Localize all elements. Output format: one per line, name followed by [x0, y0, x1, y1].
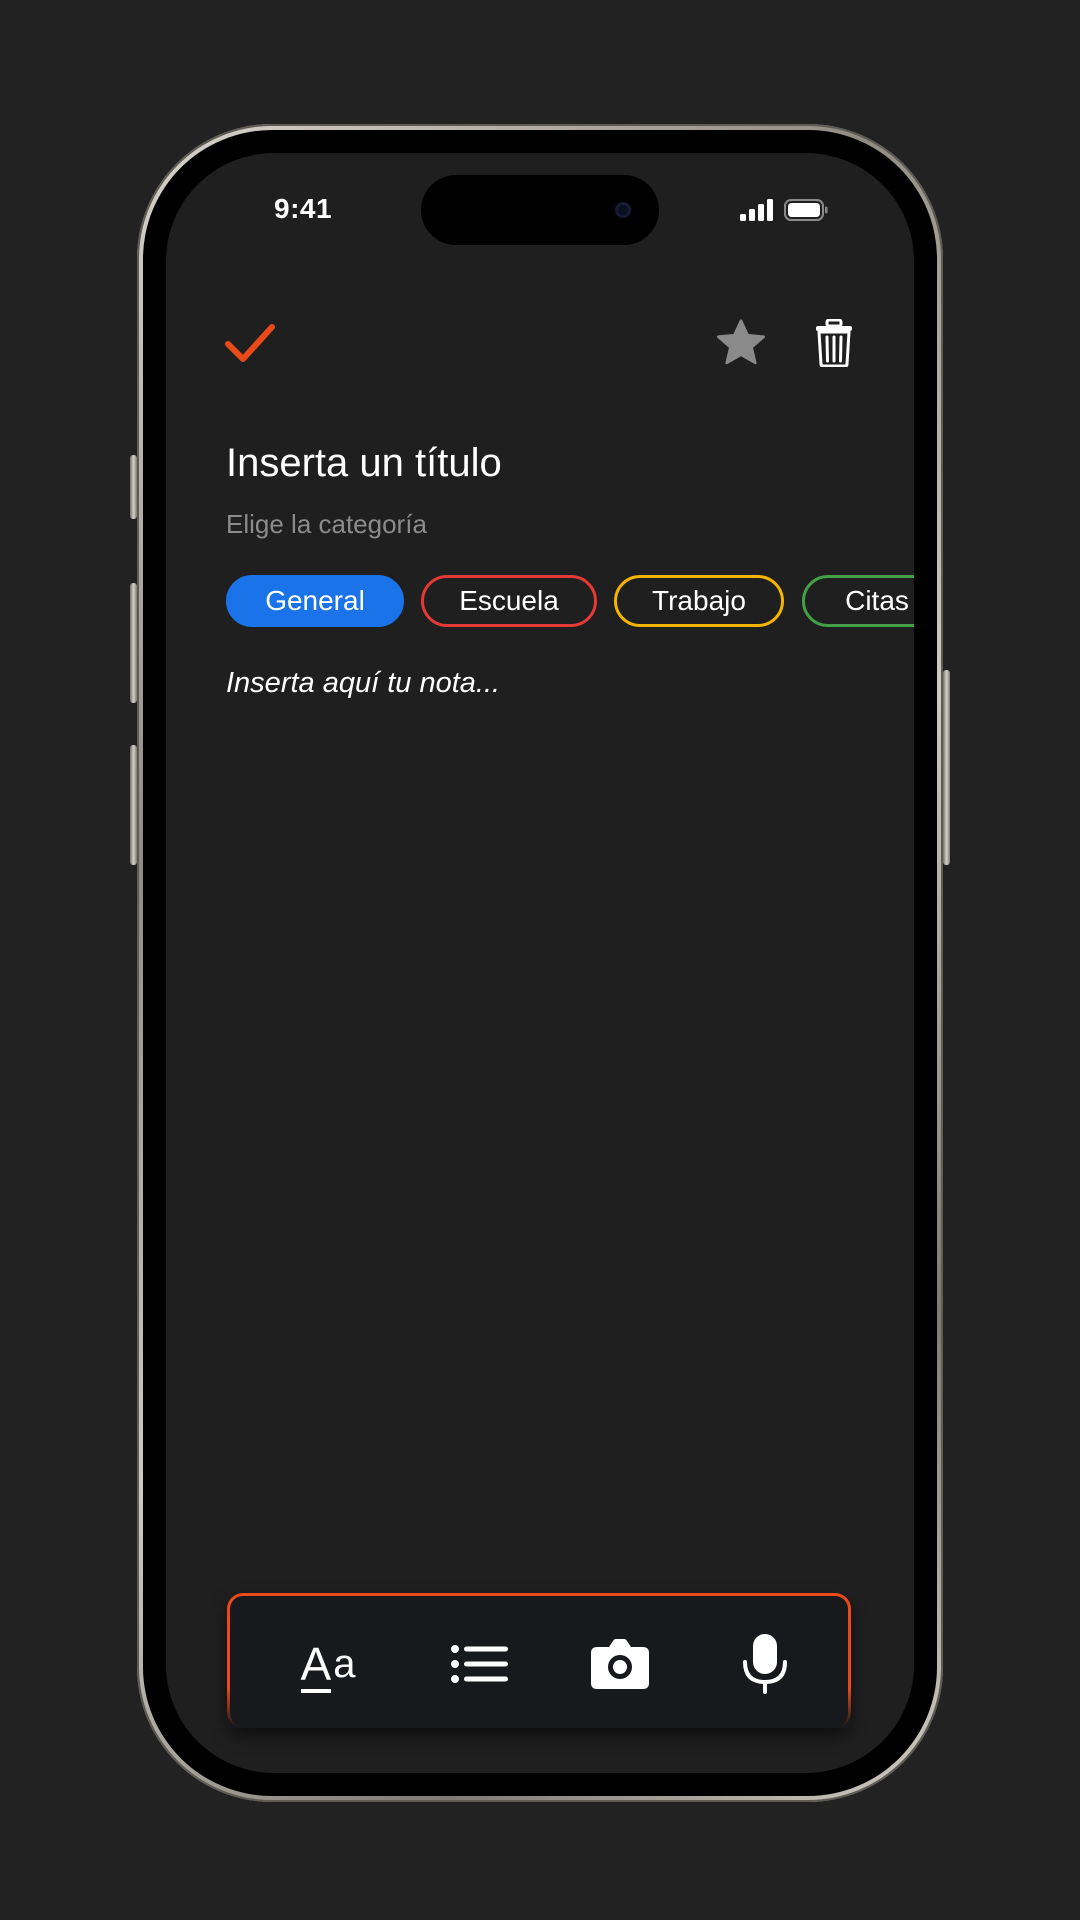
battery-icon [784, 199, 828, 221]
checkmark-icon [225, 324, 275, 362]
trash-icon [816, 319, 852, 367]
chip-trabajo[interactable]: Trabajo [614, 575, 784, 627]
camera-button[interactable] [580, 1634, 660, 1694]
power-button [943, 670, 950, 865]
dynamic-island [421, 175, 659, 245]
action-button [130, 455, 137, 519]
format-toolbar: Aa [227, 1593, 851, 1728]
star-icon [716, 319, 766, 365]
volume-up-button [130, 583, 137, 703]
chip-general[interactable]: General [226, 575, 404, 627]
list-button[interactable] [440, 1634, 520, 1694]
status-time: 9:41 [274, 193, 333, 224]
category-label: Elige la categoría [226, 509, 427, 539]
app-screen: 9:41 Inserta un título Elige la categorí… [166, 153, 914, 1773]
camera-icon [591, 1639, 649, 1689]
stage: 9:41 Inserta un título Elige la categorí… [0, 0, 1080, 1920]
cellular-signal-icon [740, 199, 773, 221]
chip-escuela[interactable]: Escuela [421, 575, 597, 627]
delete-button[interactable] [804, 313, 864, 373]
chip-citas[interactable]: Citas [802, 575, 914, 627]
text-format-icon: A [300, 1638, 332, 1693]
category-chips: General Escuela Trabajo Citas [226, 575, 914, 635]
note-title-input[interactable]: Inserta un título [226, 441, 502, 486]
list-icon [451, 1645, 508, 1683]
text-format-icon-lower: a [333, 1642, 356, 1686]
volume-down-button [130, 745, 137, 865]
text-format-button[interactable]: Aa [288, 1634, 368, 1694]
microphone-button[interactable] [725, 1634, 805, 1694]
front-camera [615, 202, 631, 218]
confirm-button[interactable] [220, 313, 280, 373]
favorite-button[interactable] [711, 313, 771, 373]
microphone-icon [743, 1634, 787, 1694]
status-indicators [740, 199, 828, 221]
note-body-input[interactable]: Inserta aquí tu nota... [226, 667, 500, 700]
